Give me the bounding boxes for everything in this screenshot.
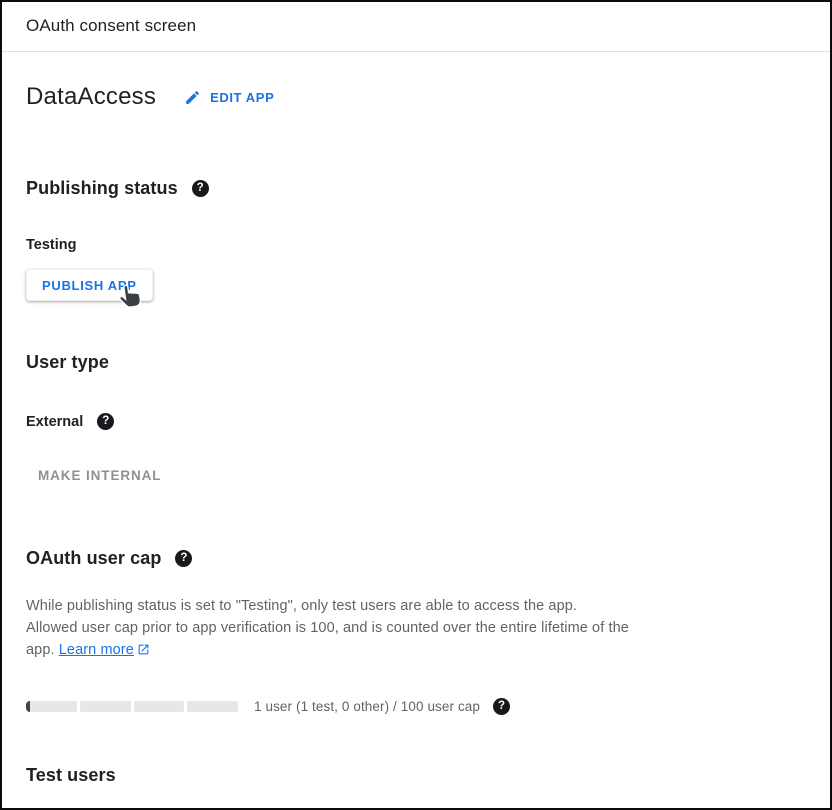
page-title: OAuth consent screen <box>26 16 806 36</box>
app-name: DataAccess <box>26 83 156 111</box>
main-content: DataAccess EDIT APP Publishing status ? … <box>2 83 830 786</box>
user-type-heading: User type <box>26 352 806 373</box>
open-in-new-icon <box>137 641 150 663</box>
publishing-status-section: Publishing status ? Testing PUBLISH APP <box>26 178 806 301</box>
app-row: DataAccess EDIT APP <box>26 83 806 111</box>
user-type-section: User type External ? MAKE INTERNAL <box>26 352 806 485</box>
user-cap-description: While publishing status is set to "Testi… <box>26 595 630 663</box>
publishing-status-value: Testing <box>26 237 806 253</box>
progress-segment <box>80 701 131 712</box>
user-type-value: External <box>26 414 83 430</box>
user-cap-usage-text: 1 user (1 test, 0 other) / 100 user cap <box>254 699 480 714</box>
publish-app-wrap: PUBLISH APP <box>26 269 153 301</box>
progress-segment <box>134 701 185 712</box>
user-cap-progress-fill <box>26 701 30 712</box>
learn-more-link[interactable]: Learn more <box>59 642 150 658</box>
page-header: OAuth consent screen <box>2 2 830 52</box>
user-cap-usage-help-icon[interactable]: ? <box>493 698 510 715</box>
user-type-help-icon[interactable]: ? <box>97 413 114 430</box>
oauth-user-cap-section: OAuth user cap ? While publishing status… <box>26 548 806 715</box>
oauth-consent-page: OAuth consent screen DataAccess EDIT APP… <box>0 0 832 810</box>
publishing-status-help-icon[interactable]: ? <box>192 180 209 197</box>
make-internal-button[interactable]: MAKE INTERNAL <box>38 466 161 485</box>
oauth-user-cap-help-icon[interactable]: ? <box>175 550 192 567</box>
test-users-heading: Test users <box>26 765 806 786</box>
edit-app-button[interactable]: EDIT APP <box>182 85 276 110</box>
edit-app-label: EDIT APP <box>210 90 274 105</box>
oauth-user-cap-heading: OAuth user cap <box>26 548 161 569</box>
publishing-status-heading: Publishing status <box>26 178 178 199</box>
progress-segment <box>187 701 238 712</box>
pencil-icon <box>184 89 201 106</box>
user-cap-usage-row: 1 user (1 test, 0 other) / 100 user cap … <box>26 698 806 715</box>
progress-segment <box>26 701 77 712</box>
publish-app-button[interactable]: PUBLISH APP <box>26 269 153 301</box>
user-cap-progress-bar <box>26 701 238 712</box>
test-users-section: Test users <box>26 765 806 786</box>
